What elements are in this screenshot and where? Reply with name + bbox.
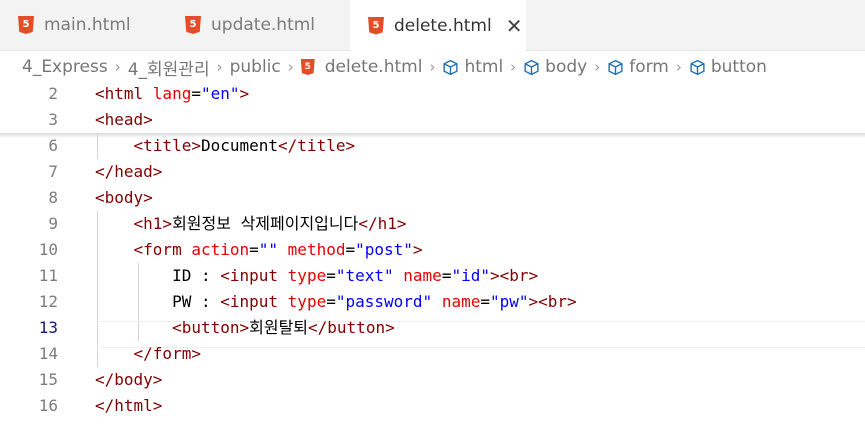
symbol-cube-icon xyxy=(690,59,705,75)
code-line[interactable]: 8 <body> xyxy=(0,185,865,211)
code-line[interactable]: 9 <h1>회원정보 삭제페이지입니다</h1> xyxy=(0,211,865,237)
code-text: </form> xyxy=(133,344,201,363)
chevron-right-icon: › xyxy=(675,58,682,76)
breadcrumb-item[interactable]: body xyxy=(545,57,587,77)
tab-delete-html[interactable]: 5 delete.html ✕ xyxy=(350,0,526,51)
chevron-right-icon: › xyxy=(594,58,601,76)
symbol-cube-icon xyxy=(443,59,459,75)
line-number: 2 xyxy=(48,84,58,103)
code-line[interactable]: 6 <title>Document</title> xyxy=(0,133,865,159)
line-number: 12 xyxy=(38,292,58,311)
code-line[interactable]: 14 </form> xyxy=(0,341,865,367)
code-text: <h1>회원정보 삭제페이지입니다</h1> xyxy=(133,214,407,233)
code-line[interactable]: 11 ID : <input type="text" name="id"><br… xyxy=(0,263,865,289)
breadcrumb-item[interactable]: delete.html xyxy=(325,57,423,77)
code-text: <body> xyxy=(95,188,153,207)
tab-label: main.html xyxy=(44,15,131,35)
code-text: <button>회원탈퇴</button> xyxy=(172,318,395,337)
breadcrumb-item[interactable]: 4_회원관리 xyxy=(128,55,210,80)
tab-label: delete.html xyxy=(394,15,492,36)
breadcrumb-item[interactable]: public xyxy=(230,57,281,77)
code-editor[interactable]: 2 <html lang="en"> 3 <head> 6 <title>Documen… xyxy=(0,80,865,448)
code-line[interactable]: 12 PW : <input type="password" name="pw"… xyxy=(0,289,865,315)
line-number: 10 xyxy=(38,240,58,259)
symbol-cube-icon xyxy=(608,59,623,75)
chevron-right-icon: › xyxy=(114,58,121,76)
chevron-right-icon: › xyxy=(287,58,294,76)
code-text: </head> xyxy=(95,162,163,181)
code-line[interactable]: 10 <form action="" method="post"> xyxy=(0,237,865,263)
html5-icon: 5 xyxy=(368,16,384,35)
breadcrumb-item[interactable]: form xyxy=(629,57,669,77)
tab-label: update.html xyxy=(211,15,316,35)
line-number: 13 xyxy=(38,318,58,337)
code-line[interactable]: 16 </html> xyxy=(0,393,865,419)
chevron-right-icon: › xyxy=(510,58,517,76)
chevron-right-icon: › xyxy=(216,58,223,76)
code-text: </html> xyxy=(95,396,163,415)
code-text: <title>Document</title> xyxy=(133,136,356,155)
line-number: 16 xyxy=(38,396,58,415)
line-number: 14 xyxy=(38,344,58,363)
code-text: <form action="" method="post"> xyxy=(133,240,423,259)
line-number: 6 xyxy=(48,136,58,155)
line-number: 15 xyxy=(38,370,58,389)
html5-icon: 5 xyxy=(185,16,201,34)
chevron-right-icon: › xyxy=(429,58,436,76)
code-line[interactable]: 3 <head> xyxy=(0,107,865,133)
breadcrumb-item[interactable]: button xyxy=(711,57,767,77)
line-number: 9 xyxy=(48,214,58,233)
tab-main-html[interactable]: 5 main.html xyxy=(0,0,167,50)
symbol-cube-icon xyxy=(524,59,539,75)
code-text: <html lang="en"> xyxy=(95,84,250,103)
line-number: 8 xyxy=(48,188,58,207)
line-number: 7 xyxy=(48,162,58,181)
code-line[interactable]: 13 <button>회원탈퇴</button> xyxy=(0,315,865,341)
breadcrumb-item[interactable]: html xyxy=(464,57,503,77)
breadcrumb-item[interactable]: 4_Express xyxy=(22,57,108,77)
html5-icon: 5 xyxy=(18,16,34,34)
code-line[interactable]: 7 </head> xyxy=(0,159,865,185)
code-line[interactable]: 2 <html lang="en"> xyxy=(0,81,865,107)
code-text: PW : <input type="password" name="pw"><b… xyxy=(95,292,577,311)
code-text: </body> xyxy=(95,370,163,389)
close-icon[interactable]: ✕ xyxy=(506,14,523,38)
tab-bar: 5 main.html 5 update.html 5 delete.html … xyxy=(0,0,865,51)
html5-icon: 5 xyxy=(300,59,315,75)
line-number: 11 xyxy=(38,266,58,285)
line-number: 3 xyxy=(48,110,58,129)
code-text: ID : <input type="text" name="id"><br> xyxy=(95,266,539,285)
code-text: <head> xyxy=(95,110,153,129)
breadcrumb: 4_Express › 4_회원관리 › public › 5 delete.h… xyxy=(22,55,767,80)
tab-update-html[interactable]: 5 update.html xyxy=(167,0,350,50)
code-line[interactable]: 15 </body> xyxy=(0,367,865,393)
